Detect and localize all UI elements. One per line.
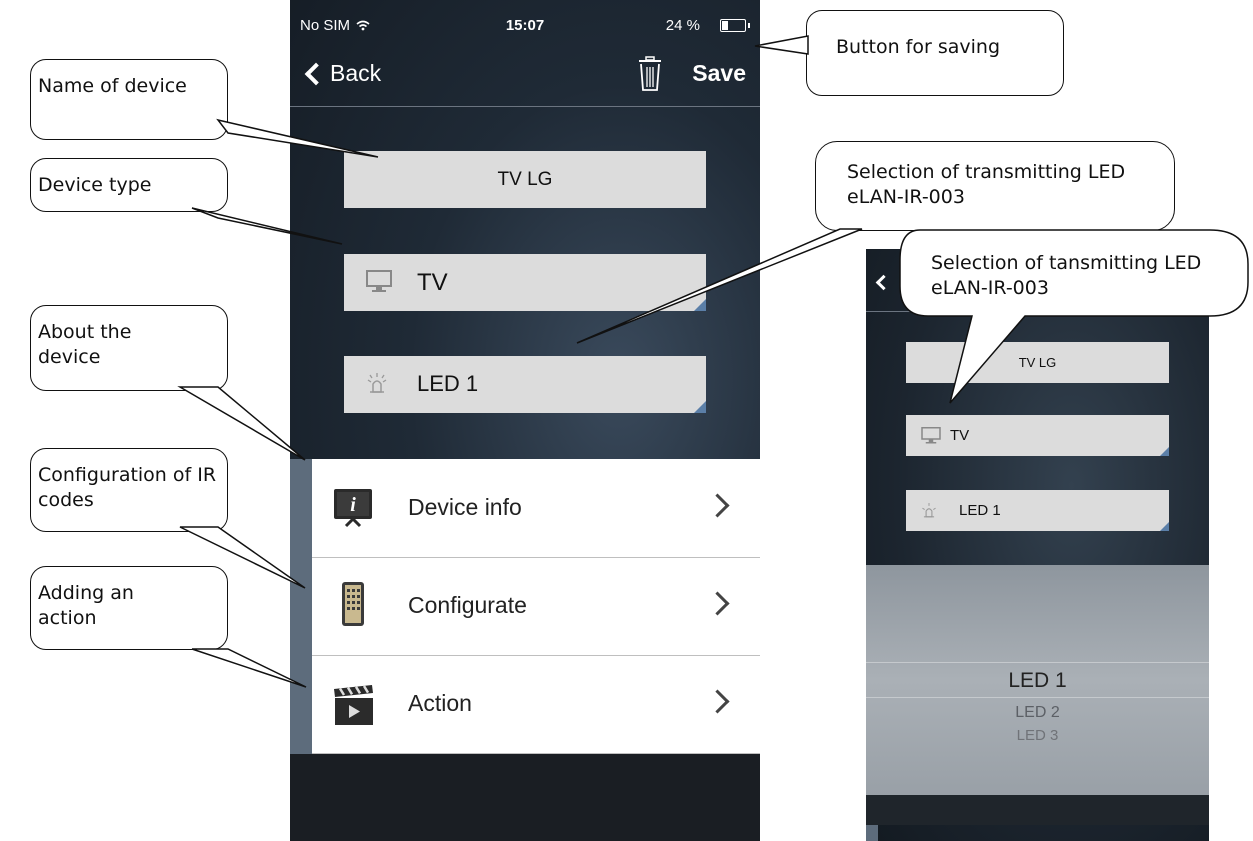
callout-selection-tansmitting: Selection of tansmitting LED eLAN-IR-003 [931,252,1202,299]
callout-selection-transmitting: Selection of transmitting LED eLAN-IR-00… [847,161,1126,208]
callout-about-device: About the device [38,321,132,368]
callout-device-type: Device type [38,174,152,196]
callout-pointers [177,35,863,688]
callout-bubble-large [899,229,1249,404]
callout-config-ir: Configuration of IR codes [38,464,217,511]
callout-name-of-device: Name of device [38,75,187,97]
callout-adding-action: Adding an action [38,582,134,629]
callout-button-saving: Button for saving [836,36,1001,58]
